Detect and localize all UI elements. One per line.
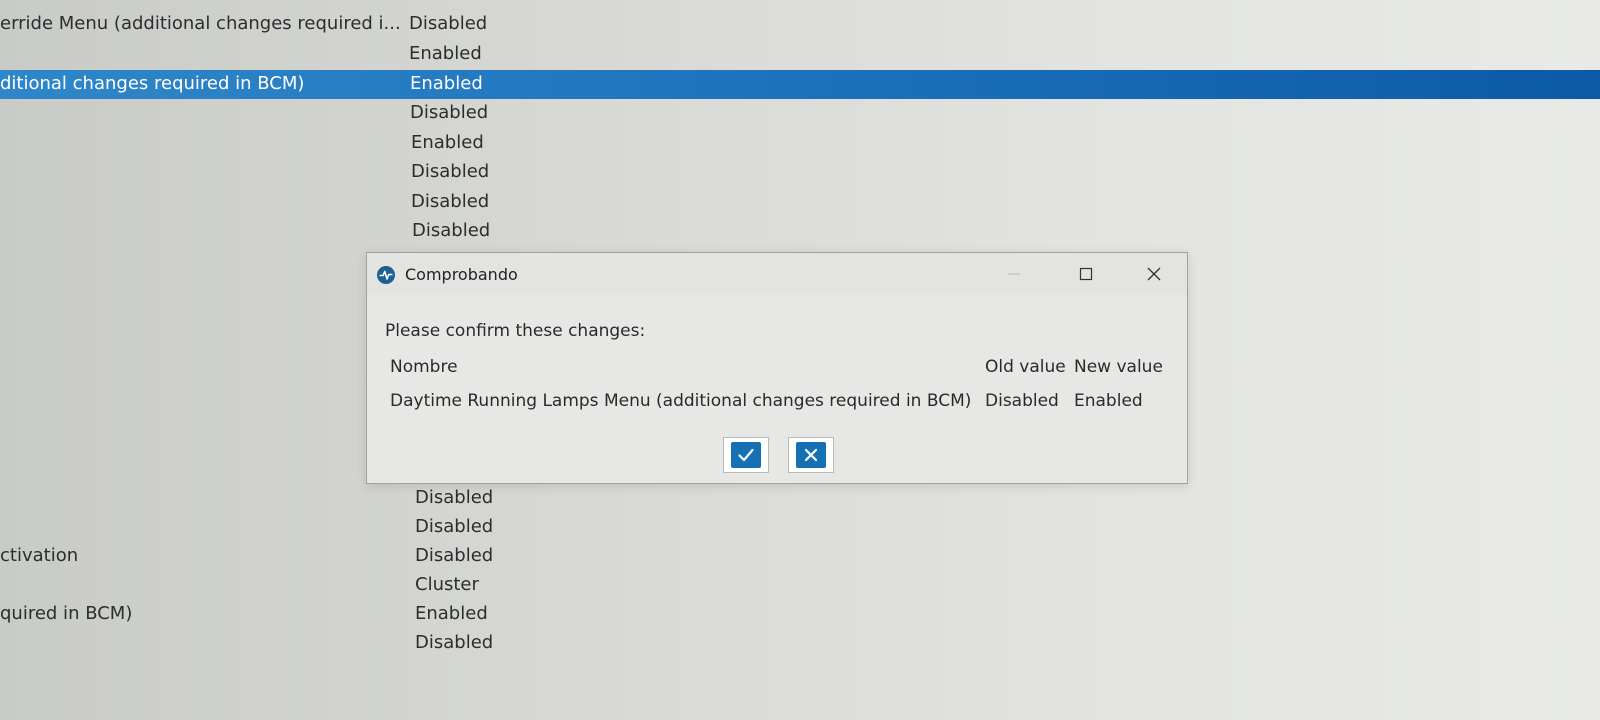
change-old-value: Disabled: [985, 391, 1059, 411]
maximize-icon[interactable]: [1073, 261, 1099, 287]
setting-value: Cluster: [415, 574, 479, 595]
list-row-selected[interactable]: ditional changes required in BCM) Enable…: [0, 70, 1600, 99]
checkmark-icon: [738, 448, 754, 462]
setting-name: ctivation: [0, 545, 79, 566]
setting-value: Disabled: [412, 220, 491, 241]
setting-value: Disabled: [415, 487, 494, 508]
setting-name: ditional changes required in BCM): [0, 73, 305, 94]
setting-name: quired in BCM): [0, 603, 133, 624]
confirm-dialog: Comprobando Please confirm these changes…: [366, 252, 1188, 484]
dialog-titlebar[interactable]: Comprobando: [367, 253, 1187, 295]
list-row[interactable]: ctivation Disabled: [0, 542, 1600, 571]
setting-value: Disabled: [415, 545, 494, 566]
list-row[interactable]: Disabled: [0, 188, 1600, 217]
change-new-value: Enabled: [1074, 391, 1143, 411]
minimize-icon[interactable]: [1001, 261, 1027, 287]
confirm-button[interactable]: [723, 437, 769, 473]
close-icon[interactable]: [1141, 261, 1167, 287]
setting-value: Disabled: [415, 632, 494, 653]
list-row[interactable]: erride Menu (additional changes required…: [0, 10, 1600, 39]
list-row[interactable]: Disabled: [0, 629, 1600, 658]
list-row[interactable]: Disabled: [0, 513, 1600, 542]
change-name: Daytime Running Lamps Menu (additional c…: [390, 391, 972, 411]
dialog-title: Comprobando: [405, 265, 518, 284]
setting-value: Disabled: [409, 13, 488, 34]
list-row[interactable]: Enabled: [0, 129, 1600, 158]
setting-value: Disabled: [411, 191, 490, 212]
list-row[interactable]: Disabled: [0, 99, 1600, 128]
setting-value: Enabled: [410, 73, 483, 94]
setting-value: Disabled: [411, 161, 490, 182]
list-row[interactable]: Cluster: [0, 571, 1600, 600]
list-row[interactable]: Disabled: [0, 484, 1600, 513]
setting-value: Enabled: [415, 603, 488, 624]
dialog-prompt: Please confirm these changes:: [385, 321, 646, 341]
setting-value: Enabled: [409, 43, 482, 64]
setting-value: Disabled: [415, 516, 494, 537]
setting-value: Enabled: [411, 132, 484, 153]
setting-name: erride Menu (additional changes required…: [0, 13, 401, 34]
list-row[interactable]: quired in BCM) Enabled: [0, 600, 1600, 629]
column-header-name: Nombre: [390, 357, 458, 377]
x-icon: [804, 448, 818, 462]
list-row[interactable]: Enabled: [0, 40, 1600, 69]
pulse-circle-icon: [376, 265, 396, 285]
column-header-new-value: New value: [1074, 357, 1163, 377]
setting-value: Disabled: [410, 102, 489, 123]
list-row[interactable]: Disabled: [0, 217, 1600, 246]
cancel-button[interactable]: [788, 437, 834, 473]
column-header-old-value: Old value: [985, 357, 1066, 377]
list-row[interactable]: Disabled: [0, 158, 1600, 187]
